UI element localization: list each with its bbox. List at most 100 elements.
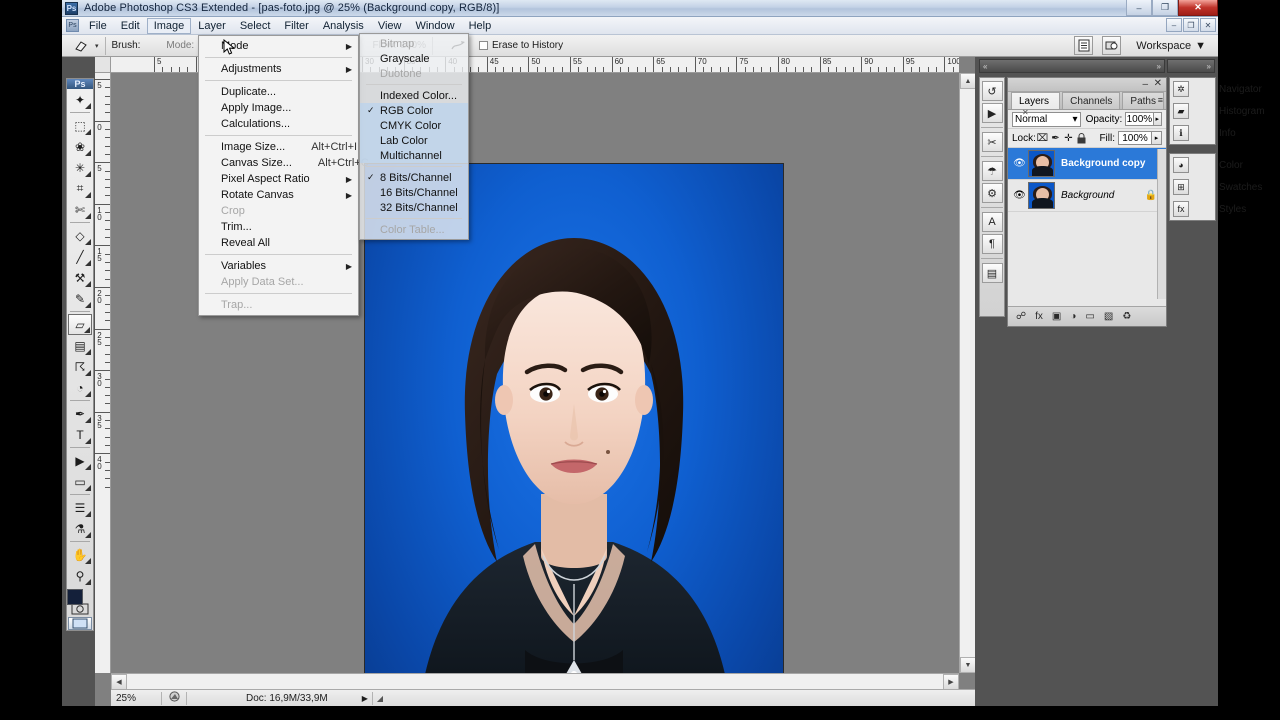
lock-all-icon[interactable] — [1075, 132, 1088, 145]
status-flyout-arrow-icon[interactable]: ▶ — [362, 694, 368, 703]
screen-mode-icon[interactable] — [68, 617, 92, 630]
layer-comps-icon[interactable]: ▤ — [981, 263, 1003, 283]
tool-presets-icon[interactable]: ✂ — [981, 132, 1003, 152]
type-tool[interactable]: T — [68, 424, 92, 445]
dock-collapse-bar-2[interactable]: » — [1167, 59, 1215, 73]
lasso-tool[interactable]: ❀ — [68, 136, 92, 157]
delete-layer-icon[interactable]: ♻ — [1122, 311, 1131, 322]
canvas-vertical-scrollbar[interactable]: ▲ ▼ — [959, 73, 976, 673]
menu-item-rotate-canvas[interactable]: Rotate Canvas ▶ — [199, 187, 358, 203]
window-restore-button[interactable]: ❐ — [1152, 0, 1178, 16]
menu-item-apply-image[interactable]: Apply Image... — [199, 100, 358, 116]
menu-item-mode[interactable]: Mode ▶ — [199, 38, 358, 54]
marquee-tool[interactable]: ⬚ — [68, 115, 92, 136]
dock2-collapse-right-icon[interactable]: » — [1207, 62, 1211, 71]
eyedropper-tool[interactable]: ⚗ — [68, 518, 92, 539]
slice-tool[interactable]: ✄ — [68, 199, 92, 220]
menu-item-pixel-aspect-ratio[interactable]: Pixel Aspect Ratio ▶ — [199, 171, 358, 187]
scroll-up-button[interactable]: ▲ — [960, 73, 976, 89]
scroll-down-button[interactable]: ▼ — [960, 657, 976, 673]
lock-transparent-icon[interactable]: ⌧ — [1036, 132, 1049, 145]
menu-edit[interactable]: Edit — [114, 18, 147, 34]
layer-style-icon[interactable]: fx — [1035, 311, 1043, 322]
tab-layers[interactable]: Layers ✕ — [1011, 92, 1061, 117]
erase-to-history-checkbox-box[interactable] — [478, 41, 488, 50]
ruler-corner[interactable] — [95, 57, 111, 73]
erase-to-history-checkbox[interactable]: Erase to History — [478, 40, 563, 51]
menu-item-reveal-all[interactable]: Reveal All — [199, 235, 358, 251]
canvas-horizontal-scrollbar[interactable]: ◀ ▶ — [111, 673, 959, 690]
menu-item-calculations[interactable]: Calculations... — [199, 116, 358, 132]
layer-name[interactable]: Background — [1061, 190, 1114, 201]
color-swatches[interactable] — [67, 589, 93, 615]
pen-tool[interactable]: ✒ — [68, 403, 92, 424]
clone-source-icon[interactable]: ⚙ — [981, 183, 1003, 203]
healing-brush-tool[interactable]: ◇ — [68, 225, 92, 246]
layer-visibility-icon[interactable]: 👁 — [1011, 190, 1028, 201]
history-brush-tool[interactable]: ✎ — [68, 288, 92, 309]
gradient-tool[interactable]: ▤ — [68, 335, 92, 356]
layers-opacity-value[interactable]: 100% — [1125, 112, 1154, 126]
layer-thumbnail[interactable] — [1028, 182, 1055, 209]
zoom-tool[interactable]: ⚲ — [68, 565, 92, 586]
document-close-button[interactable]: ✕ — [1200, 18, 1216, 32]
new-layer-icon[interactable]: ▧ — [1104, 311, 1113, 322]
menu-item-grayscale[interactable]: Grayscale — [360, 51, 468, 66]
fill-spinner[interactable]: ▸ — [1152, 131, 1162, 145]
menu-item-multichannel[interactable]: Multichannel — [360, 148, 468, 163]
menu-item-rgb-color[interactable]: ✓ RGB Color — [360, 103, 468, 118]
navigator-palette[interactable]: ✲ Navigator — [1170, 78, 1262, 100]
scroll-left-button[interactable]: ◀ — [111, 674, 127, 690]
info-palette[interactable]: ℹ Info — [1170, 122, 1236, 144]
menu-item-8-bits-channel[interactable]: ✓ 8 Bits/Channel — [360, 170, 468, 185]
document-system-icon[interactable]: Ps — [66, 19, 79, 32]
notes-tool[interactable]: ☰ — [68, 497, 92, 518]
foreground-color-swatch[interactable] — [67, 589, 83, 605]
zoom-level[interactable]: 25% — [111, 693, 157, 704]
color-palette[interactable]: ◕ Color — [1170, 154, 1243, 176]
swatches-palette[interactable]: ⊞ Swatches — [1170, 176, 1262, 198]
document-minimize-button[interactable]: – — [1166, 18, 1182, 32]
new-group-icon[interactable]: ▭ — [1085, 311, 1094, 322]
adjustment-layer-icon[interactable]: ◑ — [1070, 311, 1076, 322]
menu-file[interactable]: File — [82, 18, 114, 34]
bridge-icon[interactable] — [1102, 36, 1122, 55]
layer-name[interactable]: Background copy — [1061, 158, 1145, 169]
layer-row[interactable]: 👁 Background 🔒 — [1008, 180, 1166, 212]
brushes-icon[interactable]: ☂ — [981, 161, 1003, 181]
magic-wand-tool[interactable]: ✳ — [68, 157, 92, 178]
menu-window[interactable]: Window — [408, 18, 461, 34]
dock-collapse-left-icon[interactable]: « — [983, 62, 987, 71]
path-selection-tool[interactable]: ▶ — [68, 450, 92, 471]
dock-collapse-right-icon[interactable]: » — [1157, 62, 1161, 71]
lock-position-icon[interactable]: ✛ — [1062, 132, 1075, 145]
layers-panel-close-button[interactable]: ✕ — [1154, 78, 1162, 89]
scroll-right-button[interactable]: ▶ — [943, 674, 959, 690]
layers-panel-flyout-icon[interactable]: ≡ — [1158, 95, 1163, 105]
blur-tool[interactable]: ☈ — [68, 356, 92, 377]
menu-layer[interactable]: Layer — [191, 18, 233, 34]
menu-item-lab-color[interactable]: Lab Color — [360, 133, 468, 148]
clone-stamp-tool[interactable]: ⚒ — [68, 267, 92, 288]
menu-item-cmyk-color[interactable]: CMYK Color — [360, 118, 468, 133]
window-close-button[interactable]: ✕ — [1178, 0, 1218, 16]
history-icon[interactable]: ↺ — [981, 81, 1003, 101]
menu-item-16-bits-channel[interactable]: 16 Bits/Channel — [360, 185, 468, 200]
layer-row[interactable]: 👁 Background copy — [1008, 148, 1166, 180]
eraser-tool[interactable]: ▱ — [68, 314, 92, 335]
tab-layers-close-icon[interactable]: ✕ — [1022, 108, 1029, 117]
document-restore-button[interactable]: ❐ — [1183, 18, 1199, 32]
layers-panel-minimize-button[interactable]: – — [1142, 79, 1148, 90]
menu-item-canvas-size[interactable]: Canvas Size... Alt+Ctrl+C — [199, 155, 369, 171]
dock-collapse-bar[interactable]: « » — [979, 59, 1165, 73]
preview-icon[interactable] — [166, 691, 182, 705]
menu-item-variables[interactable]: Variables ▶ — [199, 258, 358, 274]
menu-select[interactable]: Select — [233, 18, 278, 34]
brush-tool[interactable]: ╱ — [68, 246, 92, 267]
menu-image[interactable]: Image — [146, 17, 192, 34]
menu-item-image-size[interactable]: Image Size... Alt+Ctrl+I — [199, 139, 358, 155]
dodge-tool[interactable]: ◔ — [68, 377, 92, 398]
eraser-preset-arrow-icon[interactable]: ▾ — [95, 42, 99, 50]
link-layers-icon[interactable]: ☍ — [1016, 311, 1026, 322]
lock-image-icon[interactable]: ✒ — [1049, 132, 1062, 145]
